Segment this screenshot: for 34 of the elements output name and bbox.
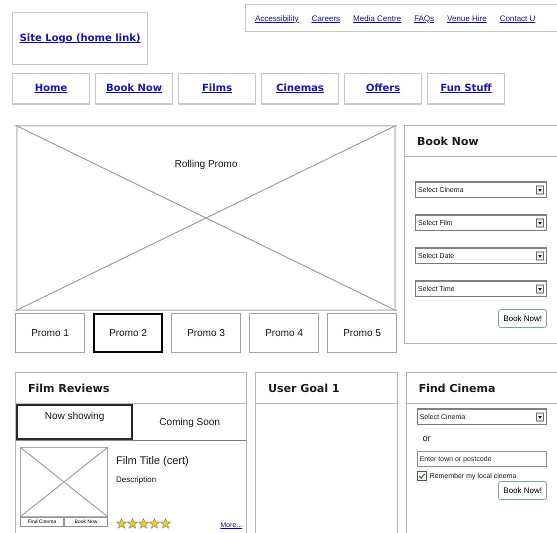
nav-link[interactable]: Home (34, 83, 68, 94)
nav-link[interactable]: Cinemas (276, 83, 324, 94)
promo-tab[interactable]: Promo 2 (93, 313, 163, 353)
promo-label: Rolling Promo (174, 159, 238, 170)
utility-link[interactable]: Accessibility (255, 14, 299, 22)
book-now-button[interactable]: Book Now! (498, 309, 547, 328)
panel-title: Find Cinema (406, 373, 557, 404)
nav-link[interactable]: Book Now (106, 83, 162, 94)
checkbox[interactable] (416, 471, 427, 481)
star-icon (160, 518, 171, 529)
panel-title: User Goal 1 (256, 373, 397, 404)
promo-tab[interactable]: Promo 3 (171, 313, 241, 353)
promo-tab[interactable]: Promo 1 (15, 313, 85, 353)
promo-tab[interactable]: Promo 4 (249, 313, 319, 353)
utility-link[interactable]: Contact U (500, 14, 536, 22)
film-title: Film Title (cert) (116, 455, 190, 467)
utility-link[interactable]: Careers (312, 14, 340, 22)
or-label: or (422, 432, 432, 445)
panel-title: Book Now (405, 126, 557, 157)
nav-link[interactable]: Films (202, 83, 232, 94)
nav-link[interactable]: Fun Stuff (440, 83, 492, 94)
star-icon (138, 518, 149, 529)
promo-tab[interactable]: Promo 5 (327, 313, 397, 353)
review-tab[interactable]: Now showing (16, 404, 134, 440)
utility-link[interactable]: Media Centre (353, 14, 402, 22)
film-description: Description (116, 475, 158, 484)
star-icon (127, 518, 138, 529)
star-icon (116, 518, 127, 529)
utility-link[interactable]: FAQs (414, 14, 434, 22)
star-icon (149, 518, 160, 529)
utility-link[interactable]: Venue Hire (447, 14, 487, 22)
site-logo-link[interactable]: Site Logo (home link) (20, 33, 140, 44)
nav-link[interactable]: Offers (366, 83, 400, 94)
book-now-button[interactable]: Book Now! (498, 481, 547, 500)
